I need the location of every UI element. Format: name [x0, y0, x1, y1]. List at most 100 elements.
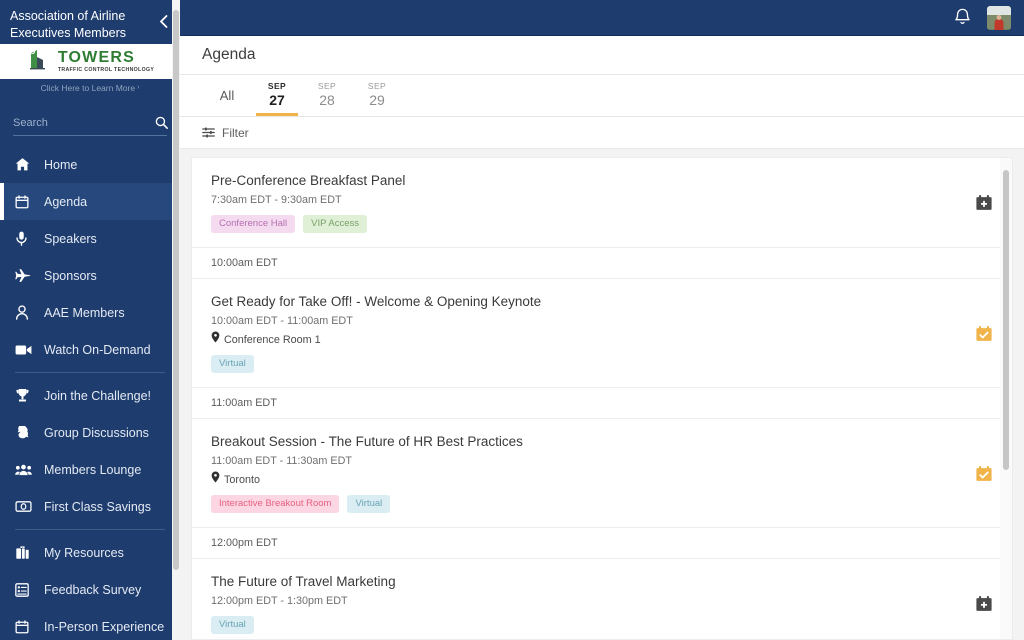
sidebar-item-join-the-challenge[interactable]: Join the Challenge!: [0, 377, 180, 414]
tab-sep-29[interactable]: SEP 29: [352, 74, 402, 116]
session-location: Conference Room 1: [211, 331, 960, 348]
calendar-icon: [15, 619, 37, 634]
session-time: 12:00pm EDT - 1:30pm EDT: [211, 595, 348, 607]
session-tag[interactable]: Virtual: [211, 355, 254, 373]
calendar-check-icon[interactable]: [975, 465, 992, 482]
sidebar-item-sponsors[interactable]: Sponsors: [0, 257, 180, 294]
chevron-left-icon[interactable]: [156, 14, 170, 28]
session-tag[interactable]: Virtual: [211, 616, 254, 634]
agenda-content: Pre-Conference Breakfast Panel 7:30am ED…: [180, 149, 1024, 640]
agenda-scrollbar-thumb[interactable]: [1003, 170, 1009, 470]
filter-bar: Filter: [180, 117, 1024, 149]
sponsor-text: TOWERS TRAFFIC CONTROL TECHNOLOGY: [57, 48, 154, 74]
sidebar-header: Association of Airline Executives Member…: [0, 0, 180, 57]
calendar-plus-icon[interactable]: [975, 595, 992, 612]
search-icon[interactable]: [155, 116, 168, 129]
briefcase-icon: [15, 545, 37, 560]
session-title: Pre-Conference Breakfast Panel: [211, 173, 406, 188]
bell-icon[interactable]: [954, 8, 971, 27]
session-title: Get Ready for Take Off! - Welcome & Open…: [211, 294, 542, 309]
search-box[interactable]: [13, 110, 168, 136]
sidebar-item-first-class-savings[interactable]: First Class Savings: [0, 488, 180, 525]
tab-month: SEP: [367, 81, 387, 91]
session-location-label: Conference Room 1: [224, 333, 321, 346]
avatar-person-body: [994, 18, 1004, 30]
sidebar-item-aae-members[interactable]: AAE Members: [0, 294, 180, 331]
sidebar-item-group-discussions[interactable]: Group Discussions: [0, 414, 180, 451]
user-icon: [15, 305, 37, 320]
sidebar-item-label: AAE Members: [44, 305, 125, 320]
session-title: The Future of Travel Marketing: [211, 574, 396, 589]
sidebar-item-feedback-survey[interactable]: Feedback Survey: [0, 571, 180, 608]
sidebar-search: [0, 96, 180, 144]
app-root: Association of Airline Executives Member…: [0, 0, 1024, 640]
session-tag[interactable]: Conference Hall: [211, 215, 296, 233]
tab-sep-28[interactable]: SEP 28: [302, 74, 352, 116]
search-input[interactable]: [13, 116, 155, 129]
money-bill-icon: [15, 501, 37, 512]
sidebar-item-label: Agenda: [44, 194, 88, 209]
session-tag[interactable]: Interactive Breakout Room: [211, 495, 340, 513]
agenda-session-row[interactable]: Breakout Session - The Future of HR Best…: [192, 419, 1012, 528]
sidebar-item-label: Members Lounge: [44, 462, 142, 477]
page-title-row: Agenda: [180, 36, 1024, 75]
list-form-icon: [15, 582, 37, 597]
sidebar-nav: Home Agenda Speakers Sponsors AAE Member…: [0, 144, 180, 640]
airplane-icon: [15, 268, 37, 284]
agenda-session-row[interactable]: Pre-Conference Breakfast Panel 7:30am ED…: [192, 158, 1012, 248]
tab-all[interactable]: All: [202, 74, 252, 116]
sidebar-item-my-resources[interactable]: My Resources: [0, 534, 180, 571]
chevron-right-icon: ›: [137, 84, 140, 91]
avatar[interactable]: [987, 5, 1011, 30]
session-tag[interactable]: VIP Access: [303, 215, 368, 233]
session-time: 11:00am EDT - 11:30am EDT: [211, 455, 353, 467]
sidebar-item-label: Group Discussions: [44, 425, 149, 440]
video-camera-icon: [15, 344, 37, 356]
people-group-icon: [15, 463, 37, 476]
tab-day: 28: [319, 92, 335, 108]
sidebar-item-watch-on-demand[interactable]: Watch On-Demand: [0, 331, 180, 368]
avatar-person-head: [996, 14, 1002, 20]
sidebar-item-label: Home: [44, 157, 78, 172]
microphone-icon: [15, 231, 37, 246]
session-tags: Virtual: [211, 355, 960, 373]
session-title: Breakout Session - The Future of HR Best…: [211, 434, 523, 449]
tab-month: SEP: [267, 81, 287, 91]
tab-day: 29: [369, 92, 385, 108]
calendar-check-icon[interactable]: [975, 325, 992, 342]
sponsor-name: TOWERS: [57, 48, 135, 66]
sidebar-item-agenda[interactable]: Agenda: [0, 183, 180, 220]
sponsor-learn-more-link[interactable]: Click Here to Learn More ›: [0, 79, 180, 96]
sidebar-item-label: First Class Savings: [44, 499, 151, 514]
agenda-time-header: 10:00am EDT: [192, 248, 1012, 279]
agenda-time-header: 11:00am EDT: [192, 388, 1012, 419]
sidebar-item-label: Watch On-Demand: [44, 342, 151, 357]
page-title: Agenda: [202, 46, 256, 63]
sidebar-item-label: Sponsors: [44, 268, 97, 283]
sidebar-item-label: Join the Challenge!: [44, 388, 152, 403]
sidebar-item-label: My Resources: [44, 545, 124, 560]
sidebar-item-speakers[interactable]: Speakers: [0, 220, 180, 257]
agenda-session-row[interactable]: The Future of Travel Marketing 12:00pm E…: [192, 559, 1012, 639]
tab-sep-27[interactable]: SEP 27: [252, 74, 302, 116]
sidebar-scrollbar-thumb[interactable]: [173, 10, 179, 570]
tab-day: 27: [269, 92, 285, 108]
session-tags: Conference Hall VIP Access: [211, 215, 960, 233]
session-time: 10:00am EDT - 11:00am EDT: [211, 315, 353, 327]
session-location: Toronto: [211, 471, 960, 488]
session-location-label: Toronto: [224, 473, 261, 486]
tab-label: All: [219, 87, 235, 103]
agenda-session-row[interactable]: Get Ready for Take Off! - Welcome & Open…: [192, 279, 1012, 388]
calendar-plus-icon[interactable]: [975, 194, 992, 211]
agenda-time-header: 12:00pm EDT: [192, 528, 1012, 559]
calendar-icon: [15, 194, 37, 209]
chat-bubbles-icon: [15, 425, 37, 440]
sidebar-item-label: In-Person Experience: [44, 619, 165, 634]
sidebar-item-home[interactable]: Home: [0, 146, 180, 183]
sidebar-item-in-person-experience[interactable]: In-Person Experience: [0, 608, 180, 640]
session-tag[interactable]: Virtual: [347, 495, 391, 513]
sliders-filter-icon[interactable]: [202, 126, 215, 139]
filter-label[interactable]: Filter: [222, 126, 249, 140]
sidebar-item-members-lounge[interactable]: Members Lounge: [0, 451, 180, 488]
sidebar-item-label: Feedback Survey: [44, 582, 142, 597]
